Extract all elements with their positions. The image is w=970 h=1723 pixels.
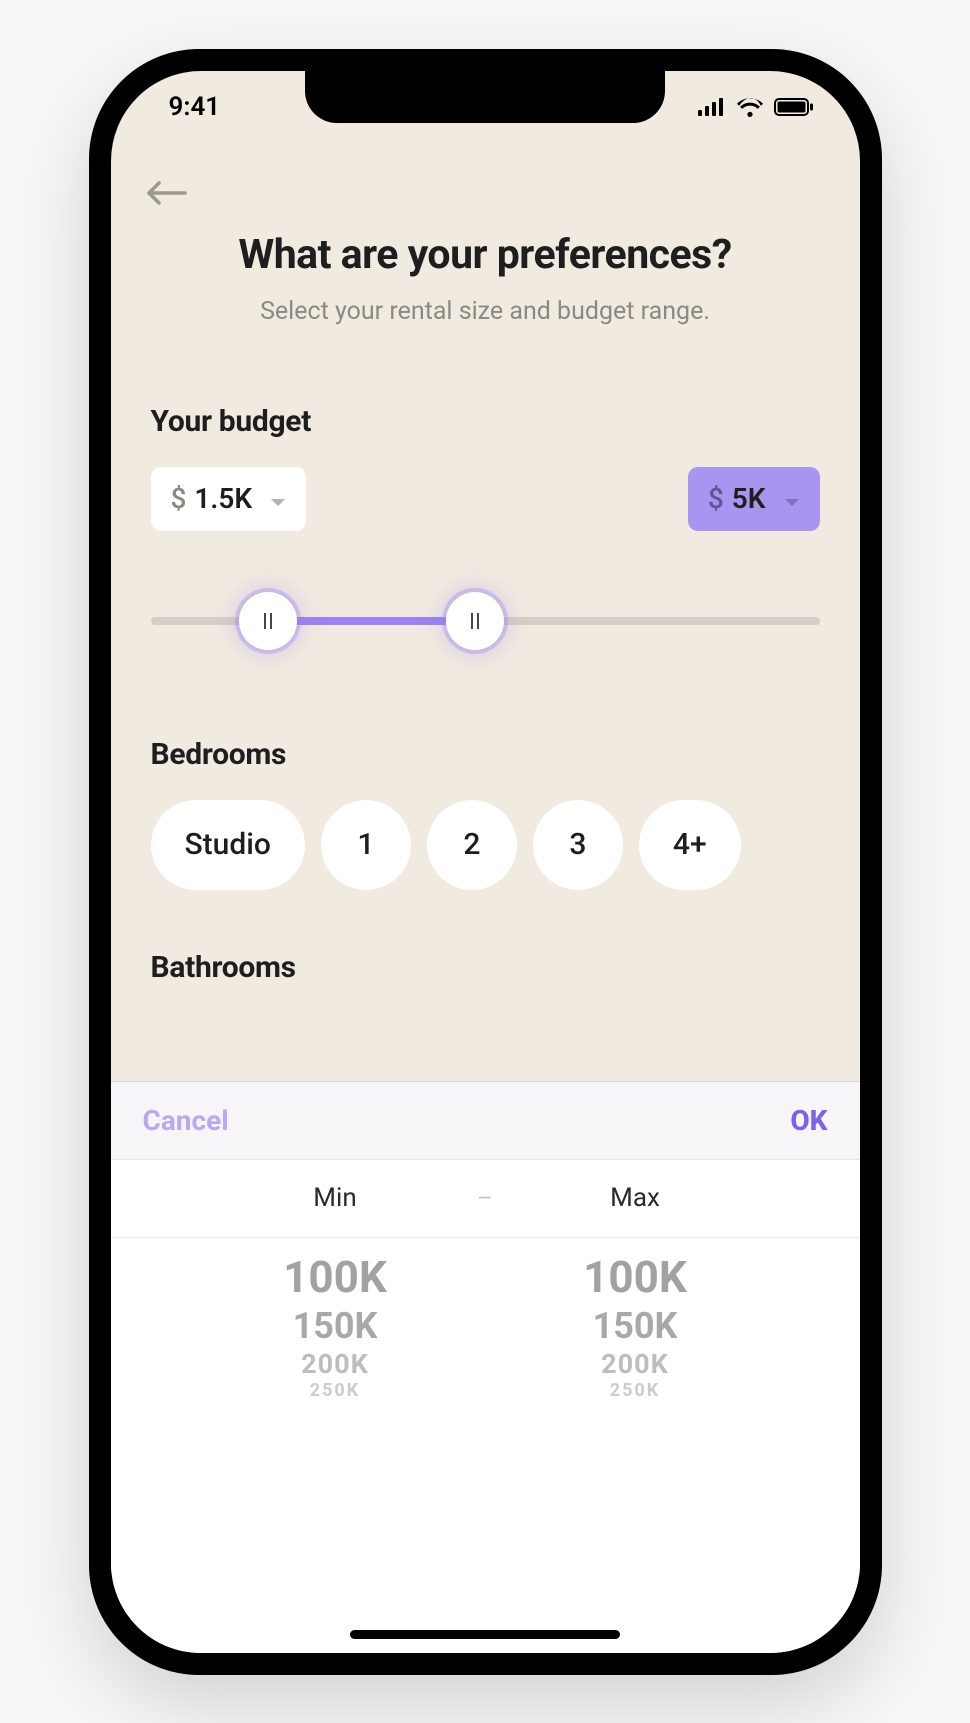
picker-min-header: Min [225, 1183, 445, 1213]
home-indicator[interactable] [350, 1630, 620, 1639]
picker-option[interactable]: 200K [225, 1349, 445, 1380]
budget-min-value: 1.5K [194, 482, 252, 515]
picker-cancel-button[interactable]: Cancel [143, 1104, 229, 1137]
phone-frame: 9:41 What are your preferences? Select y… [89, 49, 882, 1675]
bedrooms-section-label: Bedrooms [151, 737, 820, 772]
picker-max-wheel[interactable]: 100K 150K 200K 250K [525, 1252, 745, 1653]
picker-dash: – [445, 1184, 525, 1212]
picker-option[interactable]: 250K [225, 1381, 445, 1402]
budget-min-select[interactable]: $ 1.5K [151, 467, 307, 531]
budget-max-value: 5K [732, 482, 766, 515]
slider-fill [268, 617, 475, 625]
currency-symbol: $ [708, 482, 724, 515]
cellular-signal-icon [698, 98, 726, 116]
picker-option[interactable]: 250K [525, 1381, 745, 1402]
back-button[interactable] [145, 171, 189, 215]
currency-symbol: $ [171, 482, 187, 515]
picker-option[interactable]: 150K [225, 1306, 445, 1347]
grip-icon [471, 613, 479, 629]
budget-range-slider[interactable] [151, 591, 820, 651]
slider-max-thumb[interactable] [446, 592, 504, 650]
picker-option[interactable]: 100K [225, 1252, 445, 1303]
status-time: 9:41 [169, 92, 221, 122]
page-title: What are your preferences? [151, 231, 820, 279]
bedroom-option-2[interactable]: 2 [427, 800, 517, 890]
bedroom-option-4plus[interactable]: 4+ [639, 800, 741, 890]
budget-section-label: Your budget [151, 404, 820, 439]
wifi-icon [736, 97, 764, 117]
grip-icon [264, 613, 272, 629]
picker-toolbar: Cancel OK [111, 1082, 860, 1160]
bedrooms-options: Studio 1 2 3 4+ [151, 800, 820, 890]
picker-option[interactable]: 200K [525, 1349, 745, 1380]
bedroom-option-1[interactable]: 1 [321, 800, 411, 890]
chevron-down-icon [270, 482, 286, 515]
budget-max-select[interactable]: $ 5K [688, 467, 820, 531]
picker-wheels: 100K 150K 200K 250K 100K 150K 200K 250K [111, 1238, 860, 1653]
budget-value-row: $ 1.5K $ 5K [151, 467, 820, 531]
bedroom-option-studio[interactable]: Studio [151, 800, 305, 890]
picker-option[interactable]: 150K [525, 1306, 745, 1347]
screen: 9:41 What are your preferences? Select y… [111, 71, 860, 1653]
chevron-down-icon [784, 482, 800, 515]
picker-min-wheel[interactable]: 100K 150K 200K 250K [225, 1252, 445, 1653]
picker-ok-button[interactable]: OK [790, 1104, 827, 1137]
slider-min-thumb[interactable] [239, 592, 297, 650]
picker-column-headers: Min – Max [111, 1160, 860, 1238]
notch [305, 71, 665, 123]
bathrooms-section-label: Bathrooms [151, 950, 820, 985]
status-indicators [698, 97, 814, 117]
content-area: What are your preferences? Select your r… [111, 143, 860, 1653]
range-picker-sheet: Cancel OK Min – Max 100K 150K 200K 250K [111, 1081, 860, 1653]
picker-option[interactable]: 100K [525, 1252, 745, 1303]
picker-max-header: Max [525, 1183, 745, 1213]
battery-icon [774, 98, 814, 116]
bedroom-option-3[interactable]: 3 [533, 800, 623, 890]
page-subtitle: Select your rental size and budget range… [151, 297, 820, 326]
